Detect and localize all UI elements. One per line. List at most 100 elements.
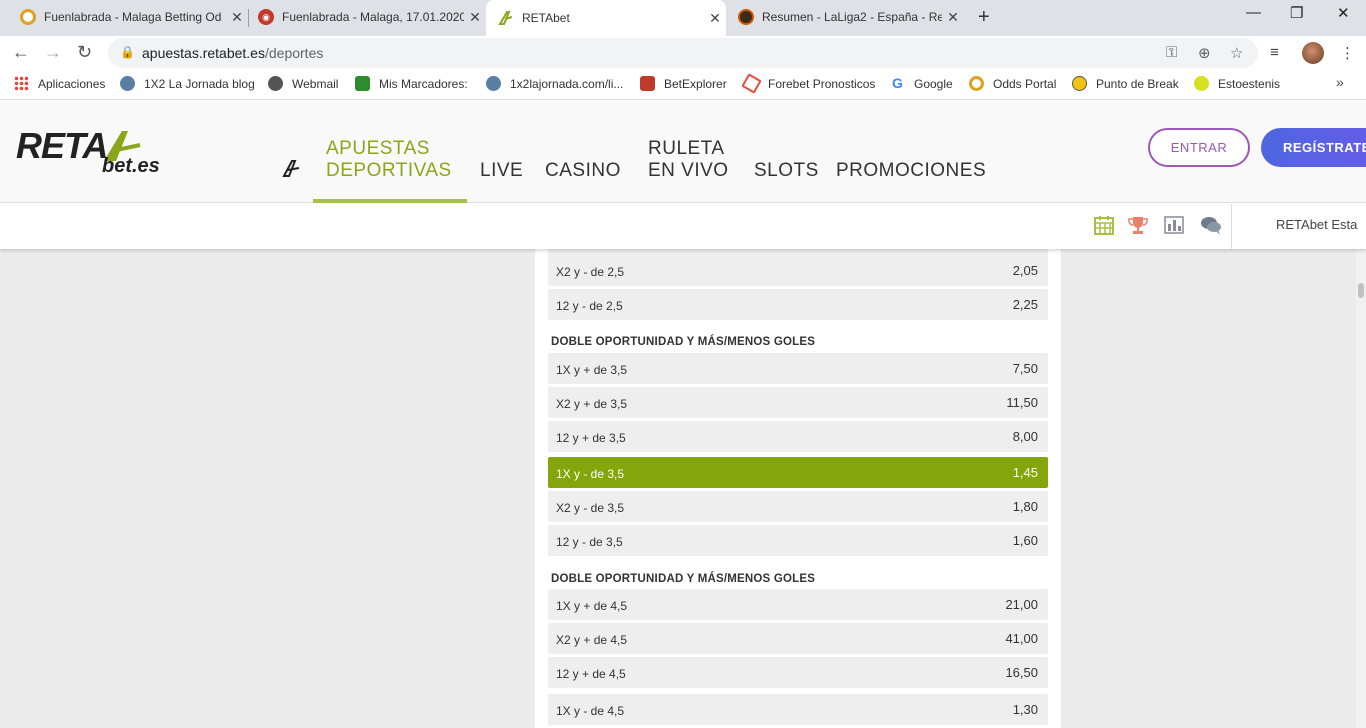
section-title: DOBLE OPORTUNIDAD Y MÁS/MENOS GOLES bbox=[551, 573, 816, 585]
new-tab-icon[interactable]: + bbox=[978, 6, 990, 29]
chat-icon[interactable] bbox=[1200, 214, 1222, 236]
close-tab-icon[interactable]: ✕ bbox=[464, 9, 486, 26]
globe-icon bbox=[268, 76, 283, 91]
market-row[interactable]: 12 y - de 2,5 2,25 bbox=[548, 289, 1048, 320]
bookmark-mis-marcadores[interactable]: Mis Marcadores: bbox=[355, 76, 468, 91]
register-button[interactable]: REGÍSTRATE bbox=[1261, 128, 1366, 167]
browser-tab-active[interactable]: RETAbet ✕ bbox=[486, 0, 726, 36]
browser-toolbar: ← → ↻ 🔒 apuestas.retabet.es/deportes ⚿ ⊕… bbox=[0, 36, 1366, 70]
bookmark-label: Webmail bbox=[292, 76, 339, 91]
oddsportal-favicon-icon bbox=[20, 9, 36, 25]
bookmark-label: 1x2lajornada.com/li... bbox=[510, 76, 624, 91]
forebet-favicon-icon bbox=[741, 73, 762, 94]
key-icon[interactable]: ⚿ bbox=[1166, 44, 1177, 61]
lock-icon: 🔒 bbox=[120, 45, 135, 59]
market-row[interactable]: 12 y - de 3,5 1,60 bbox=[548, 525, 1048, 556]
market-row[interactable]: 12 y + de 4,5 16,50 bbox=[548, 657, 1048, 688]
bookmark-label: 1X2 La Jornada blog bbox=[144, 76, 255, 91]
trophy-icon[interactable] bbox=[1127, 214, 1149, 236]
tab-title: Fuenlabrada - Malaga, 17.01.2020 bbox=[282, 10, 464, 24]
url-host: apuestas.retabet.es bbox=[142, 45, 265, 61]
close-window-icon[interactable]: ✕ bbox=[1337, 4, 1350, 22]
restore-icon[interactable]: ❐ bbox=[1290, 4, 1303, 22]
statistics-icon[interactable] bbox=[1163, 214, 1185, 236]
reload-icon[interactable]: ↻ bbox=[77, 42, 92, 63]
retabet-logo[interactable]: RETA bet.es bbox=[16, 125, 176, 181]
bookmark-label: Forebet Pronosticos bbox=[768, 76, 876, 91]
market-label: X2 y + de 4,5 bbox=[556, 633, 628, 647]
bookmark-punto-de-break[interactable]: Punto de Break bbox=[1072, 76, 1179, 91]
market-row[interactable]: X2 y + de 3,5 11,50 bbox=[548, 387, 1048, 418]
bookmark-1x2lajornada[interactable]: 1x2lajornada.com/li... bbox=[486, 76, 623, 91]
login-button[interactable]: ENTRAR bbox=[1148, 128, 1250, 167]
market-row[interactable]: X2 y - de 2,5 2,05 bbox=[548, 255, 1048, 286]
address-bar[interactable]: 🔒 apuestas.retabet.es/deportes ⚿ ⊕ ☆ bbox=[108, 38, 1258, 68]
market-odds: 11,50 bbox=[1006, 395, 1038, 410]
market-row[interactable]: X2 y - de 3,5 1,80 bbox=[548, 491, 1048, 522]
bookmark-betexplorer[interactable]: BetExplorer bbox=[640, 76, 727, 91]
bookmark-estoestenis[interactable]: Estoestenis bbox=[1194, 76, 1280, 91]
market-label: 12 y + de 4,5 bbox=[556, 667, 626, 681]
media-control-icon[interactable]: ≡ bbox=[1270, 44, 1279, 61]
nav-slots[interactable]: SLOTS bbox=[754, 160, 819, 182]
bookmark-odds-portal[interactable]: Odds Portal bbox=[969, 76, 1056, 91]
close-tab-icon[interactable]: ✕ bbox=[704, 10, 726, 27]
url-text: apuestas.retabet.es/deportes bbox=[142, 45, 323, 61]
market-odds: 21,00 bbox=[1005, 597, 1038, 612]
nav-label-line2: EN VIVO bbox=[648, 160, 729, 181]
nav-live[interactable]: LIVE bbox=[480, 160, 523, 182]
market-row-selected[interactable]: 1X y - de 3,5 1,45 bbox=[548, 457, 1048, 488]
menu-icon[interactable]: ⋮ bbox=[1340, 44, 1355, 62]
bookmark-label: BetExplorer bbox=[664, 76, 727, 91]
oddsportal-favicon-icon bbox=[969, 76, 984, 91]
bookmark-apps[interactable]: Aplicaciones bbox=[14, 76, 105, 91]
nav-casino[interactable]: CASINO bbox=[545, 160, 621, 182]
retabet-estadisticas-link[interactable]: RETAbet Esta bbox=[1276, 217, 1357, 232]
nav-apuestas-deportivas[interactable]: APUESTAS DEPORTIVAS bbox=[326, 138, 452, 182]
scrollbar-thumb[interactable] bbox=[1358, 283, 1364, 298]
sub-divider bbox=[1231, 204, 1232, 249]
market-row[interactable]: 1X y + de 4,5 21,00 bbox=[548, 589, 1048, 620]
market-odds: 1,60 bbox=[1012, 533, 1038, 548]
forward-icon[interactable]: → bbox=[44, 42, 62, 63]
calendar-icon[interactable] bbox=[1093, 214, 1115, 236]
close-tab-icon[interactable]: ✕ bbox=[942, 9, 964, 26]
bookmark-label: Mis Marcadores: bbox=[379, 76, 468, 91]
browser-tab-4[interactable]: Resumen - LaLiga2 - España - Re ✕ bbox=[726, 0, 964, 34]
browser-tab-1[interactable]: Fuenlabrada - Malaga Betting Od ✕ bbox=[0, 0, 248, 34]
star-icon[interactable]: ☆ bbox=[1230, 44, 1243, 62]
market-label: 1X y - de 4,5 bbox=[556, 704, 625, 718]
market-odds: 1,30 bbox=[1012, 702, 1038, 717]
nav-ruleta-en-vivo[interactable]: RULETA EN VIVO bbox=[648, 138, 729, 182]
bookmark-google[interactable]: G Google bbox=[890, 76, 953, 91]
market-label: X2 y - de 2,5 bbox=[556, 265, 625, 279]
market-row[interactable]: X2 y + de 4,5 41,00 bbox=[548, 623, 1048, 654]
logo-main-text: RETA bbox=[16, 125, 108, 166]
bookmark-webmail[interactable]: Webmail bbox=[268, 76, 338, 91]
sub-toolbar: RETAbet Esta bbox=[0, 204, 1366, 249]
page-scrollbar[interactable] bbox=[1356, 249, 1366, 728]
betexplorer-favicon-icon: ◉ bbox=[258, 9, 274, 25]
back-icon[interactable]: ← bbox=[12, 42, 30, 63]
nav-promociones[interactable]: PROMOCIONES bbox=[836, 160, 986, 182]
browser-tab-2[interactable]: ◉ Fuenlabrada - Malaga, 17.01.2020 ✕ bbox=[238, 0, 486, 34]
tennis-ball-icon bbox=[1072, 76, 1087, 91]
bookmark-label: Google bbox=[914, 76, 953, 91]
bookmark-1x2-blog[interactable]: 1X2 La Jornada blog bbox=[120, 76, 255, 91]
bookmark-forebet[interactable]: Forebet Pronosticos bbox=[741, 73, 876, 94]
globe-favicon-icon bbox=[120, 76, 135, 91]
market-row[interactable]: 1X y + de 3,5 7,50 bbox=[548, 353, 1048, 384]
market-label: X2 y + de 3,5 bbox=[556, 397, 628, 411]
profile-avatar[interactable] bbox=[1302, 42, 1324, 64]
minimize-icon[interactable]: — bbox=[1246, 4, 1261, 21]
market-odds: 8,00 bbox=[1012, 429, 1038, 444]
bookmark-label: Odds Portal bbox=[993, 76, 1057, 91]
market-odds: 2,25 bbox=[1012, 297, 1038, 312]
zoom-icon[interactable]: ⊕ bbox=[1198, 44, 1211, 62]
more-bookmarks-icon[interactable]: » bbox=[1336, 74, 1344, 90]
market-row[interactable]: 12 y + de 3,5 8,00 bbox=[548, 421, 1048, 452]
market-label: 1X y + de 3,5 bbox=[556, 363, 628, 377]
market-row[interactable]: 1X y - de 4,5 1,30 bbox=[548, 694, 1048, 725]
market-odds: 1,80 bbox=[1012, 499, 1038, 514]
retabet-favicon-icon bbox=[498, 10, 514, 26]
